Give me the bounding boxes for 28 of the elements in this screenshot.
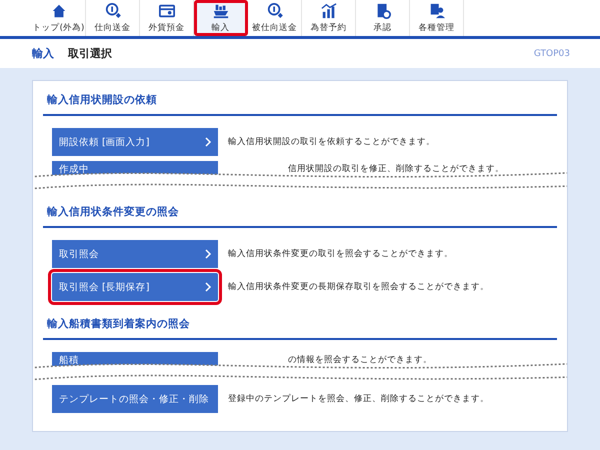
section-title: 輸入信用状開設の依頼: [43, 87, 557, 116]
menu-button[interactable]: テンプレートの照会・修正・削除: [52, 385, 218, 413]
page-title: 取引選択: [68, 46, 112, 61]
chevron-icon: [204, 282, 212, 292]
description-text: 信用状開設の取引を修正、削除することができます。: [288, 163, 504, 175]
menu-button[interactable]: 船積: [52, 352, 218, 366]
section-title: 輸入船積書類到着案内の照会: [43, 311, 557, 340]
card-icon: [158, 2, 174, 18]
chevron-icon: [204, 249, 212, 259]
section-title: 輸入信用状条件変更の照会: [43, 199, 557, 228]
breadcrumb-section: 輸入: [32, 46, 54, 61]
description-text: 登録中のテンプレートを照会、修正、削除することができます。: [228, 393, 489, 405]
menu-button[interactable]: 取引照会 [長期保存]: [52, 273, 218, 301]
menu-button[interactable]: 作成中: [52, 161, 218, 175]
chevron-icon: [204, 137, 212, 147]
ship-icon: [212, 2, 228, 18]
description-text: 輸入信用状条件変更の取引を照会することができます。: [228, 248, 453, 260]
home-icon: [50, 2, 66, 18]
person-icon: [428, 2, 444, 18]
description-text: 輸入信用状条件変更の長期保存取引を照会することができます。: [228, 281, 489, 293]
screen-id: GTOP03: [534, 48, 570, 58]
description-text: の情報を照会することができます。: [288, 354, 432, 366]
menu-button[interactable]: 取引照会: [52, 240, 218, 268]
chart-icon: [320, 2, 336, 18]
document-icon: [374, 2, 390, 18]
nav-tab[interactable]: 輸入: [194, 0, 248, 36]
description-text: 輸入信用状開設の取引を依頼することができます。: [228, 136, 435, 148]
menu-button[interactable]: 開設依頼 [画面入力]: [52, 128, 218, 156]
